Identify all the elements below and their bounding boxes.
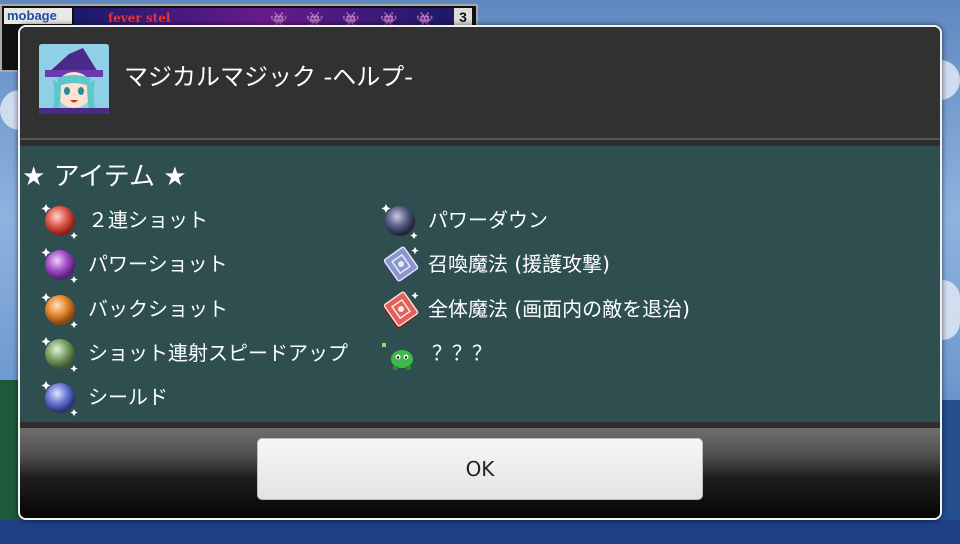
item-label: 全体魔法 (画面内の敵を退治) xyxy=(428,297,690,321)
red-spellbook-icon xyxy=(378,287,422,331)
ad-text: fever stel xyxy=(108,11,171,25)
item-label: パワーショット xyxy=(88,252,228,276)
blue-orb-icon xyxy=(38,375,82,419)
green-creature-icon xyxy=(378,331,422,375)
dialog-title: マジカルマジック -ヘルプ- xyxy=(124,63,413,91)
item-label: ショット連射スピードアップ xyxy=(88,341,348,365)
list-item: パワーショット xyxy=(38,244,228,284)
purple-orb-icon xyxy=(38,242,82,286)
item-label: バックショット xyxy=(88,297,228,321)
red-orb-icon xyxy=(38,198,82,242)
list-item: シールド xyxy=(38,377,168,417)
list-item: ２連ショット xyxy=(38,200,208,240)
item-label: ２連ショット xyxy=(88,208,208,232)
list-item: 全体魔法 (画面内の敵を退治) xyxy=(378,289,690,329)
section-title: ★ アイテム ★ xyxy=(22,162,187,192)
green-orb-icon xyxy=(38,331,82,375)
list-item: バックショット xyxy=(38,289,228,329)
blue-spellbook-icon xyxy=(378,242,422,286)
list-item: パワーダウン xyxy=(378,200,548,240)
item-label: ？？？ xyxy=(432,341,492,365)
list-item: 召喚魔法 (援護攻撃) xyxy=(378,244,610,284)
witch-avatar-icon xyxy=(39,44,109,114)
button-bar: OK xyxy=(20,428,940,518)
item-label: パワーダウン xyxy=(428,208,548,232)
item-label: 召喚魔法 (援護攻撃) xyxy=(428,252,610,276)
help-content: ★ アイテム ★ ２連ショット パワーショット バックショット ショット連射スピ… xyxy=(20,146,940,422)
item-label: シールド xyxy=(88,385,168,409)
list-item: ショット連射スピードアップ xyxy=(38,333,348,373)
orange-orb-icon xyxy=(38,287,82,331)
help-dialog: マジカルマジック -ヘルプ- ★ アイテム ★ ２連ショット パワーショット バ… xyxy=(18,25,942,520)
dark-orb-icon xyxy=(378,198,422,242)
ok-button[interactable]: OK xyxy=(257,438,703,500)
dialog-header: マジカルマジック -ヘルプ- xyxy=(20,27,940,139)
list-item: ？？？ xyxy=(378,333,492,373)
ad-counter: 3 xyxy=(454,8,472,26)
mobage-logo: mobage xyxy=(4,8,72,24)
ground-bottom xyxy=(0,520,960,544)
header-divider xyxy=(20,138,940,140)
